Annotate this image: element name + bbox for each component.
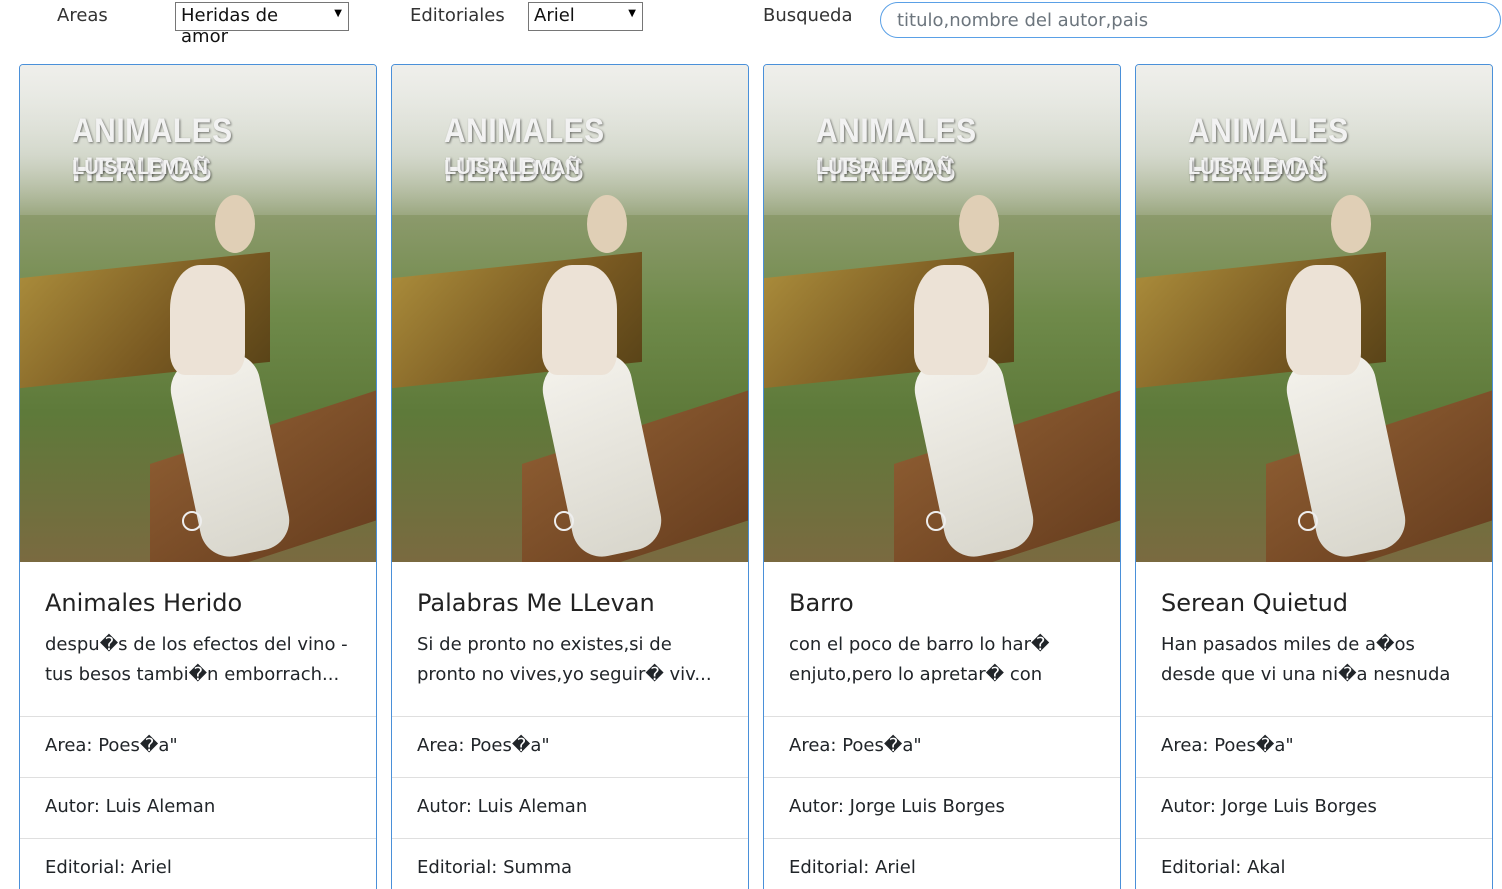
book-author: Autor: Jorge Luis Borges [764,778,1120,839]
book-description: con el poco de barro lo har� enjuto,pero… [789,634,1050,685]
chevron-down-icon: ▼ [628,8,636,19]
book-description: Han pasados miles de a�os desde que vi u… [1161,634,1451,685]
book-cover-image: ANIMALES HERIDOS LUIS ALEMAÑ [20,65,376,562]
editoriales-select[interactable]: Ariel ▼ [528,2,643,31]
book-author: Autor: Jorge Luis Borges [1136,778,1492,839]
book-card[interactable]: ANIMALES HERIDOS LUIS ALEMAÑ Barro con e… [763,64,1121,889]
book-editorial: Editorial: Ariel [20,839,376,889]
book-description: despu�s de los efectos del vino - tus be… [45,634,348,685]
editoriales-label: Editoriales [410,5,505,26]
book-area: Area: Poes�a" [392,717,748,778]
cover-author: LUIS ALEMAÑ [816,157,952,179]
book-cover-image: ANIMALES HERIDOS LUIS ALEMAÑ [1136,65,1492,562]
search-input[interactable] [880,2,1501,38]
cover-author: LUIS ALEMAÑ [1188,157,1324,179]
book-area: Area: Poes�a" [764,717,1120,778]
cover-author: LUIS ALEMAÑ [444,157,580,179]
editoriales-select-value: Ariel [534,5,575,26]
cover-author: LUIS ALEMAÑ [72,157,208,179]
book-card[interactable]: ANIMALES HERIDOS LUIS ALEMAÑ Palabras Me… [391,64,749,889]
book-area: Area: Poes�a" [1136,717,1492,778]
book-grid: ANIMALES HERIDOS LUIS ALEMAÑ Animales He… [19,64,1494,889]
book-area: Area: Poes�a" [20,717,376,778]
areas-select-value: Heridas de amor [181,5,279,47]
book-editorial: Editorial: Ariel [764,839,1120,889]
areas-select[interactable]: Heridas de amor ▼ [175,2,349,47]
chevron-down-icon: ▼ [334,8,342,19]
book-cover-image: ANIMALES HERIDOS LUIS ALEMAÑ [392,65,748,562]
book-cover-image: ANIMALES HERIDOS LUIS ALEMAÑ [764,65,1120,562]
book-author: Autor: Luis Aleman [20,778,376,839]
owl-logo-icon [182,511,202,531]
book-author: Autor: Luis Aleman [392,778,748,839]
filter-bar: Areas Heridas de amor ▼ Editoriales Arie… [0,0,1502,47]
book-card[interactable]: ANIMALES HERIDOS LUIS ALEMAÑ Serean Quie… [1135,64,1493,889]
areas-label: Areas [57,5,108,26]
book-card[interactable]: ANIMALES HERIDOS LUIS ALEMAÑ Animales He… [19,64,377,889]
owl-logo-icon [554,511,574,531]
book-title: Serean Quietud [1161,589,1349,617]
busqueda-label: Busqueda [763,5,853,26]
book-editorial: Editorial: Summa [392,839,748,889]
book-title: Barro [789,589,854,617]
book-description: Si de pronto no existes,si de pronto no … [417,634,712,685]
owl-logo-icon [1298,511,1318,531]
book-editorial: Editorial: Akal [1136,839,1492,889]
book-title: Palabras Me LLevan [417,589,655,617]
book-title: Animales Herido [45,589,243,617]
owl-logo-icon [926,511,946,531]
